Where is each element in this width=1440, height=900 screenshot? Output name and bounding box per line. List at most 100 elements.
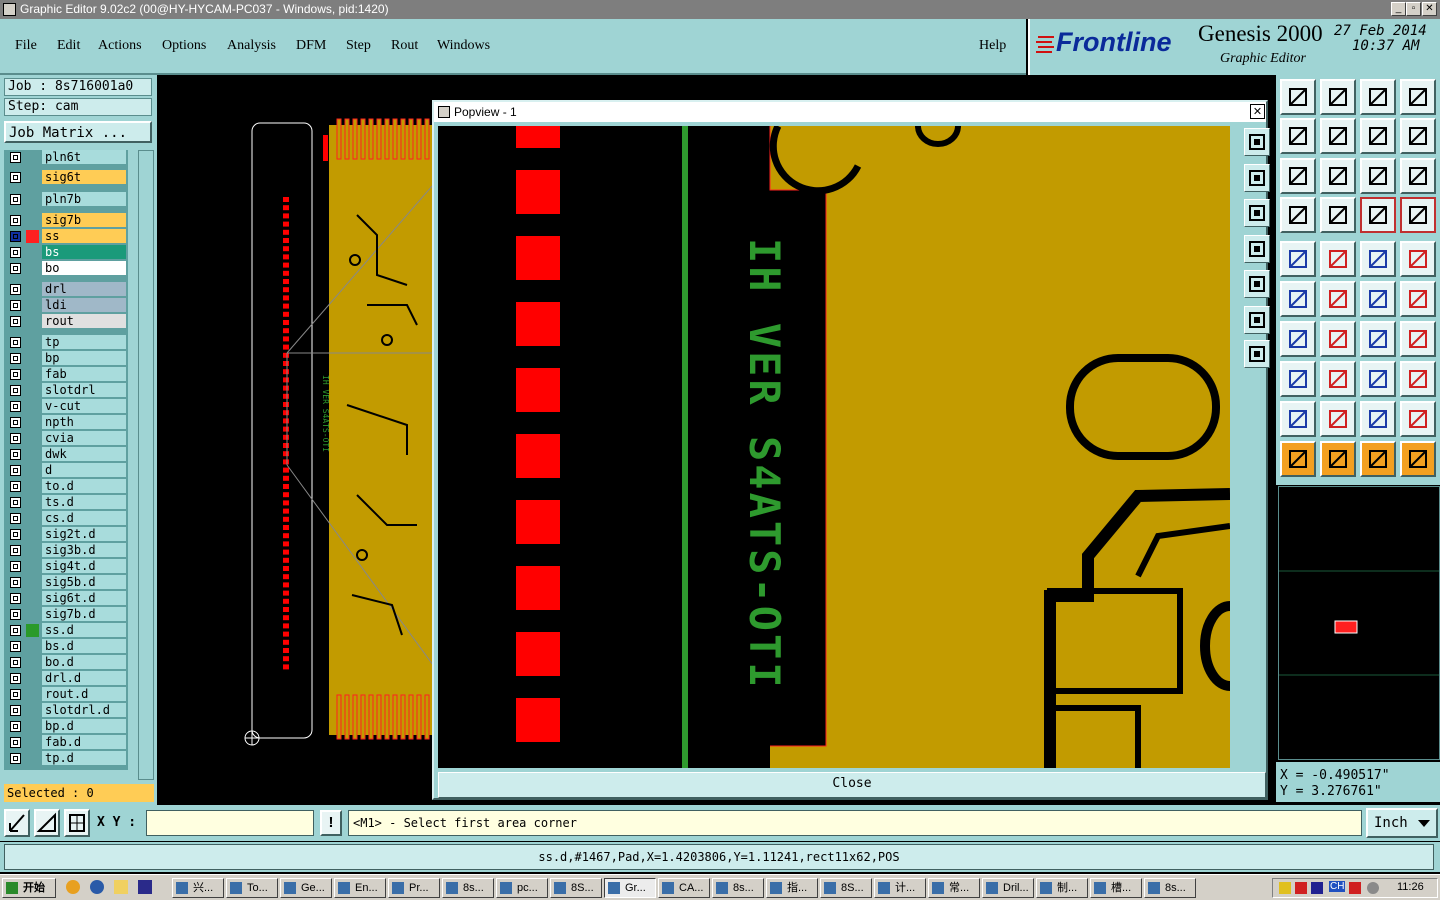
pointer-net-icon[interactable] <box>1360 441 1396 477</box>
menu-rout[interactable]: Rout <box>391 38 418 54</box>
zoom-area-icon[interactable] <box>4 809 30 837</box>
menu-edit[interactable]: Edit <box>57 38 80 54</box>
arc-tool-icon[interactable] <box>1360 321 1396 357</box>
taskbar-task[interactable]: 制... <box>1036 878 1088 898</box>
grid-toggle-icon[interactable] <box>1320 197 1356 233</box>
pan-right-tool-icon[interactable] <box>1320 118 1356 154</box>
resize-icon[interactable] <box>1360 361 1396 397</box>
taskbar-task[interactable]: 常... <box>928 878 980 898</box>
pad-add-icon[interactable] <box>1280 361 1316 397</box>
add-pad-icon[interactable] <box>1360 281 1396 317</box>
measure-icon[interactable] <box>34 809 60 837</box>
fit-screen-icon[interactable] <box>1280 158 1316 194</box>
pan-right-icon[interactable] <box>1244 270 1270 298</box>
feature-select-icon[interactable] <box>1280 241 1316 277</box>
overview-minimap[interactable] <box>1278 486 1440 760</box>
taskbar-task[interactable]: 8S... <box>820 878 872 898</box>
taskbar-task[interactable]: pc... <box>496 878 548 898</box>
copy-icon[interactable] <box>1400 361 1436 397</box>
taskbar-task[interactable]: 8s... <box>442 878 494 898</box>
taskbar-task[interactable]: CA... <box>658 878 710 898</box>
start-button[interactable]: 开始 <box>2 878 56 898</box>
zoom-in-icon[interactable] <box>1244 164 1270 192</box>
menu-help[interactable]: Help <box>979 38 1006 54</box>
arrow-up-icon[interactable] <box>1320 401 1356 437</box>
menu-windows[interactable]: Windows <box>437 38 490 54</box>
window-title-bar[interactable]: Graphic Editor 9.02c2 (00@HY-HYCAM-PC037… <box>0 0 1440 19</box>
close-window-button[interactable]: ✕ <box>1422 2 1437 16</box>
popview-canvas[interactable]: IH VER S4ATS-OTI <box>438 126 1230 768</box>
command-prompt: <M1> - Select first area corner <box>348 810 1362 836</box>
a-shape-icon[interactable] <box>1360 401 1396 437</box>
move-icon[interactable] <box>1400 281 1436 317</box>
pointer-select-icon[interactable] <box>1320 441 1356 477</box>
xy-input[interactable] <box>146 810 314 836</box>
frontline-logo: Frontline <box>1056 27 1172 57</box>
pan-left-tool-icon[interactable] <box>1280 118 1316 154</box>
taskbar-task[interactable]: 8s... <box>1144 878 1196 898</box>
net-highlight-icon[interactable] <box>1360 197 1396 233</box>
taskbar-task[interactable]: 8S... <box>550 878 602 898</box>
taskbar-task[interactable]: 指... <box>766 878 818 898</box>
taskbar-task[interactable]: 兴... <box>172 878 224 898</box>
info-icon[interactable]: ! <box>320 810 342 836</box>
drill-icon[interactable] <box>1400 241 1436 277</box>
units-selector[interactable]: Inch <box>1366 808 1438 838</box>
snap-center-icon[interactable] <box>1320 79 1356 115</box>
pointer-route-icon[interactable] <box>1400 441 1436 477</box>
taskbar-task[interactable]: 槽... <box>1090 878 1142 898</box>
split-view-icon[interactable] <box>1400 79 1436 115</box>
zoom-home-icon[interactable] <box>1244 306 1270 334</box>
triangle-measure-icon[interactable] <box>1280 401 1316 437</box>
zoom-fit-icon[interactable] <box>1244 128 1270 156</box>
home-view-icon[interactable] <box>1360 79 1396 115</box>
redraw-icon[interactable] <box>1400 118 1436 154</box>
popview-window[interactable]: Popview - 1 ✕ IH VER S4ATS-OTI Close <box>432 100 1270 800</box>
taskbar-task[interactable]: Ge... <box>280 878 332 898</box>
center-view-icon[interactable] <box>1320 158 1356 194</box>
menu-options[interactable]: Options <box>162 38 206 54</box>
zoom-window-icon[interactable] <box>1360 118 1396 154</box>
menu-dfm[interactable]: DFM <box>296 38 326 54</box>
ruler-icon[interactable] <box>1360 241 1396 277</box>
connect-icon[interactable] <box>1280 281 1316 317</box>
zoom-extent-icon[interactable] <box>1244 340 1270 368</box>
pointer-icon[interactable] <box>1280 441 1316 477</box>
taskbar-task[interactable]: Dril... <box>982 878 1034 898</box>
taskbar-task[interactable]: Gr... <box>604 878 656 898</box>
minimize-button[interactable]: _ <box>1391 2 1406 16</box>
overview-silkscreen-text: IH VER S4ATS-OTI <box>321 375 330 452</box>
ime-indicator[interactable]: CH <box>1329 881 1346 892</box>
query-help-icon[interactable] <box>1400 158 1436 194</box>
maximize-button[interactable]: ▫ <box>1406 2 1421 16</box>
zoom-out-icon[interactable] <box>1244 199 1270 227</box>
a-red-icon[interactable] <box>1400 401 1436 437</box>
net-select-icon[interactable] <box>1400 197 1436 233</box>
menu-file[interactable]: File <box>15 38 37 54</box>
snap-grid-icon[interactable] <box>1280 79 1316 115</box>
taskbar-task[interactable]: 计... <box>874 878 926 898</box>
quicklaunch-icons[interactable] <box>62 880 162 896</box>
settings-icon[interactable] <box>1280 197 1316 233</box>
popview-title-bar[interactable]: Popview - 1 ✕ <box>434 102 1266 122</box>
taskbar-task[interactable]: To... <box>226 878 278 898</box>
job-matrix-button[interactable]: Job Matrix ... <box>4 121 152 143</box>
taskbar-task[interactable]: En... <box>334 878 386 898</box>
pan-left-icon[interactable] <box>1244 235 1270 263</box>
flip-icon[interactable] <box>1400 321 1436 357</box>
main-canvas[interactable]: IH VER S4ATS-OTI <box>157 75 433 805</box>
popview-close-button[interactable]: Close <box>438 772 1266 798</box>
line-tool-icon[interactable] <box>1320 321 1356 357</box>
grid-snap-icon[interactable] <box>64 809 90 837</box>
menu-step[interactable]: Step <box>346 38 371 54</box>
cut-icon[interactable] <box>1320 361 1356 397</box>
taskbar-task[interactable]: 8s... <box>712 878 764 898</box>
delete-icon[interactable] <box>1320 281 1356 317</box>
angle-icon[interactable] <box>1280 321 1316 357</box>
profile-icon[interactable] <box>1320 241 1356 277</box>
popview-close-icon[interactable]: ✕ <box>1250 104 1265 119</box>
menu-actions[interactable]: Actions <box>98 38 142 54</box>
taskbar-task[interactable]: Pr... <box>388 878 440 898</box>
scale-1-2-icon[interactable] <box>1360 158 1396 194</box>
menu-analysis[interactable]: Analysis <box>227 38 276 54</box>
